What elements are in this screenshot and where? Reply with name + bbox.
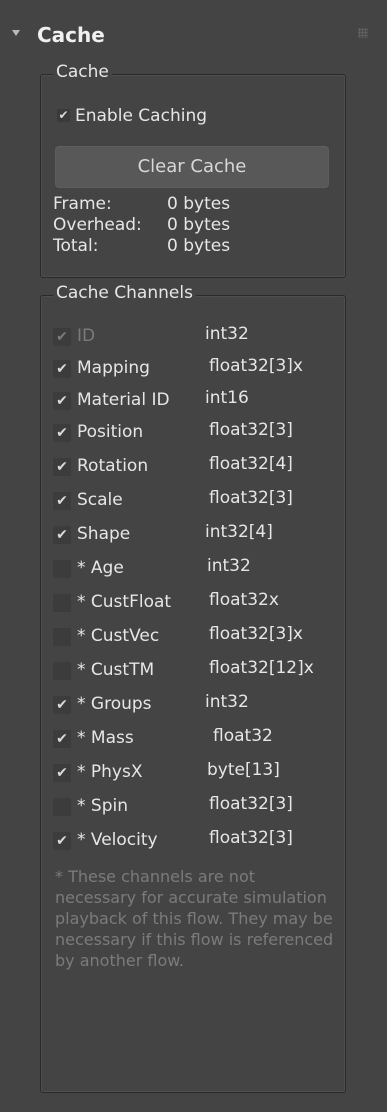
clear-cache-button[interactable]: Clear Cache — [55, 146, 329, 188]
channel-checkbox[interactable] — [53, 560, 71, 578]
channel-label: Position — [77, 422, 144, 442]
channel-label: ID — [77, 326, 96, 346]
channel-label: Material ID — [77, 390, 170, 410]
channels-footnote: * These channels are not necessary for a… — [55, 867, 334, 970]
channel-checkbox[interactable]: ✔ — [53, 764, 71, 782]
channel-checkbox[interactable]: ✔ — [53, 696, 71, 714]
channel-label: Scale — [77, 490, 123, 510]
stat-frame-label: Frame: — [53, 194, 112, 214]
channel-type: int32 — [205, 692, 249, 712]
stat-overhead-value: 0 bytes — [167, 215, 231, 235]
channel-label: * CustFloat — [77, 592, 172, 612]
stat-overhead-label: Overhead: — [53, 215, 142, 235]
channel-type: int32 — [205, 324, 249, 344]
enable-caching-label: Enable Caching — [75, 106, 208, 126]
channel-checkbox[interactable]: ✔ — [53, 730, 71, 748]
channel-type: int32 — [207, 556, 251, 576]
channel-type: float32[12]x — [209, 658, 314, 678]
channel-label: Rotation — [77, 456, 149, 476]
cache-channels-group-title: Cache Channels — [53, 283, 196, 303]
channel-type: float32[4] — [209, 454, 293, 474]
channel-checkbox[interactable]: ✔ — [53, 458, 71, 476]
channel-label: Mapping — [77, 358, 150, 378]
channel-checkbox[interactable]: ✔ — [53, 832, 71, 850]
stat-frame: Frame: 0 bytes — [53, 194, 230, 214]
channel-type: float32 — [213, 726, 273, 746]
channel-type: float32[3]x — [209, 356, 303, 376]
channel-label: * Velocity — [77, 830, 158, 850]
stat-frame-value: 0 bytes — [167, 194, 231, 214]
channel-checkbox[interactable]: ✔ — [53, 526, 71, 544]
channel-label: * CustVec — [77, 626, 160, 646]
channel-checkbox[interactable] — [53, 662, 71, 680]
rollout-title: Cache — [37, 23, 105, 47]
channel-label: * PhysX — [77, 762, 143, 782]
channel-label: * Groups — [77, 694, 152, 714]
channel-checkbox[interactable] — [53, 594, 71, 612]
cache-group: Cache ✔ Enable Caching Clear Cache Frame… — [40, 62, 346, 278]
channel-type: int16 — [205, 388, 249, 408]
channel-label: * Age — [77, 558, 124, 578]
channel-checkbox[interactable]: ✔ — [53, 392, 71, 410]
channel-checkbox[interactable]: ✔ — [53, 492, 71, 510]
channel-label: * Spin — [77, 796, 128, 816]
channel-checkbox: ✔ — [53, 328, 71, 346]
channel-type: float32[3] — [209, 488, 293, 508]
channel-checkbox[interactable]: ✔ — [53, 424, 71, 442]
channel-label: * Mass — [77, 728, 134, 748]
enable-caching-checkmark-icon[interactable]: ✔ — [57, 109, 70, 122]
channel-type: float32x — [209, 590, 279, 610]
channel-type: byte[13] — [207, 760, 280, 780]
stat-overhead: Overhead: 0 bytes — [53, 215, 230, 235]
channel-checkbox[interactable] — [53, 798, 71, 816]
channel-type: float32[3] — [209, 794, 293, 814]
cache-channels-group: Cache Channels ✔ ID int32 ✔ Mapping float32[3… — [40, 283, 346, 1093]
channel-type: float32[3] — [209, 828, 293, 848]
cache-group-title: Cache — [53, 62, 112, 82]
collapse-arrow-icon[interactable] — [12, 30, 20, 36]
channel-type: float32[3] — [209, 420, 293, 440]
channel-checkbox[interactable] — [53, 628, 71, 646]
stat-total-label: Total: — [53, 236, 99, 256]
channel-label: * CustTM — [77, 660, 155, 680]
rollout-header[interactable]: Cache — [0, 14, 387, 54]
drag-grip-icon[interactable] — [358, 28, 368, 38]
cache-rollout-panel: Cache Cache ✔ Enable Caching Clear Cache… — [0, 0, 387, 1112]
channel-checkbox[interactable]: ✔ — [53, 360, 71, 378]
stat-total: Total: 0 bytes — [53, 236, 230, 256]
channel-type: float32[3]x — [209, 624, 303, 644]
channel-label: Shape — [77, 524, 131, 544]
channel-type: int32[4] — [205, 522, 273, 542]
stat-total-value: 0 bytes — [167, 236, 231, 256]
